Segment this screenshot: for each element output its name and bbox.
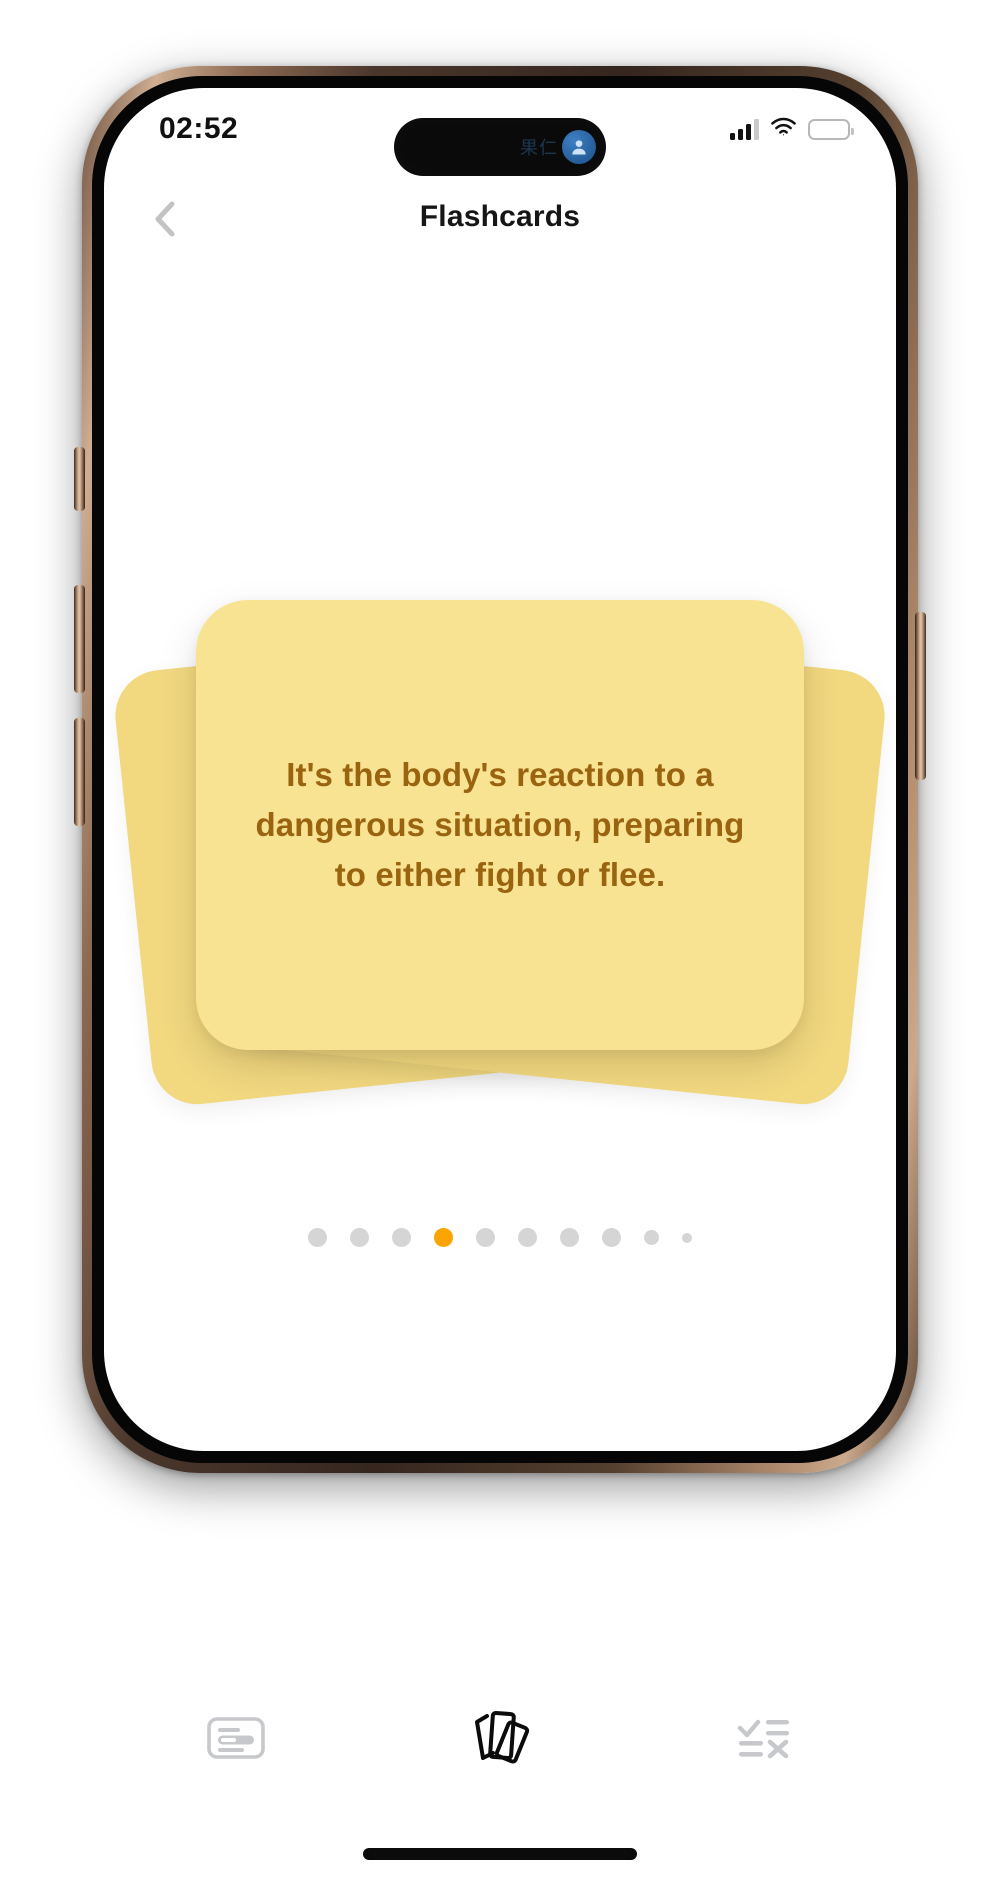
pagination-dot[interactable]	[560, 1228, 579, 1247]
flashcard-text: It's the body's reaction to a dangerous …	[255, 755, 745, 894]
pagination-dot[interactable]	[602, 1228, 621, 1247]
home-indicator[interactable]	[363, 1848, 637, 1860]
flashcards-icon	[466, 1708, 534, 1768]
volume-down-button[interactable]	[74, 718, 85, 826]
status-indicators	[730, 114, 854, 144]
pagination-dot-active[interactable]	[434, 1228, 453, 1247]
flashcard-stack: It's the body's reaction to a dangerous …	[104, 600, 896, 1120]
action-button[interactable]	[74, 447, 85, 511]
tab-bar	[104, 1674, 896, 1802]
status-bar: 02:52 果仁	[104, 88, 896, 176]
pagination-dot[interactable]	[476, 1228, 495, 1247]
volume-up-button[interactable]	[74, 585, 85, 693]
power-button[interactable]	[915, 612, 926, 780]
summary-card-icon	[206, 1714, 266, 1762]
flashcard-current[interactable]: It's the body's reaction to a dangerous …	[196, 600, 804, 1050]
navigation-bar: Flashcards	[104, 182, 896, 262]
battery-icon	[808, 118, 854, 140]
wifi-icon	[770, 116, 797, 142]
status-clock: 02:52	[159, 112, 239, 145]
pagination-dot[interactable]	[682, 1232, 692, 1243]
pagination-dot[interactable]	[350, 1228, 369, 1247]
person-icon	[562, 130, 596, 164]
page-title: Flashcards	[419, 200, 581, 233]
dynamic-island-label: 果仁	[520, 138, 558, 158]
screenshot-root: 02:52 果仁 Flashcards It's the body's reac…	[0, 0, 1000, 1890]
quiz-checklist-icon	[736, 1714, 792, 1762]
pagination-dot[interactable]	[392, 1228, 411, 1247]
pagination-dots	[104, 1228, 896, 1247]
pagination-dot[interactable]	[518, 1228, 537, 1247]
cellular-signal-icon	[730, 118, 759, 140]
tab-quiz[interactable]	[704, 1692, 824, 1784]
tab-summary[interactable]	[176, 1692, 296, 1784]
pagination-dot[interactable]	[308, 1228, 327, 1247]
pagination-dot[interactable]	[644, 1230, 659, 1245]
tab-flashcards[interactable]	[440, 1692, 560, 1784]
dynamic-island[interactable]: 果仁	[394, 118, 606, 176]
